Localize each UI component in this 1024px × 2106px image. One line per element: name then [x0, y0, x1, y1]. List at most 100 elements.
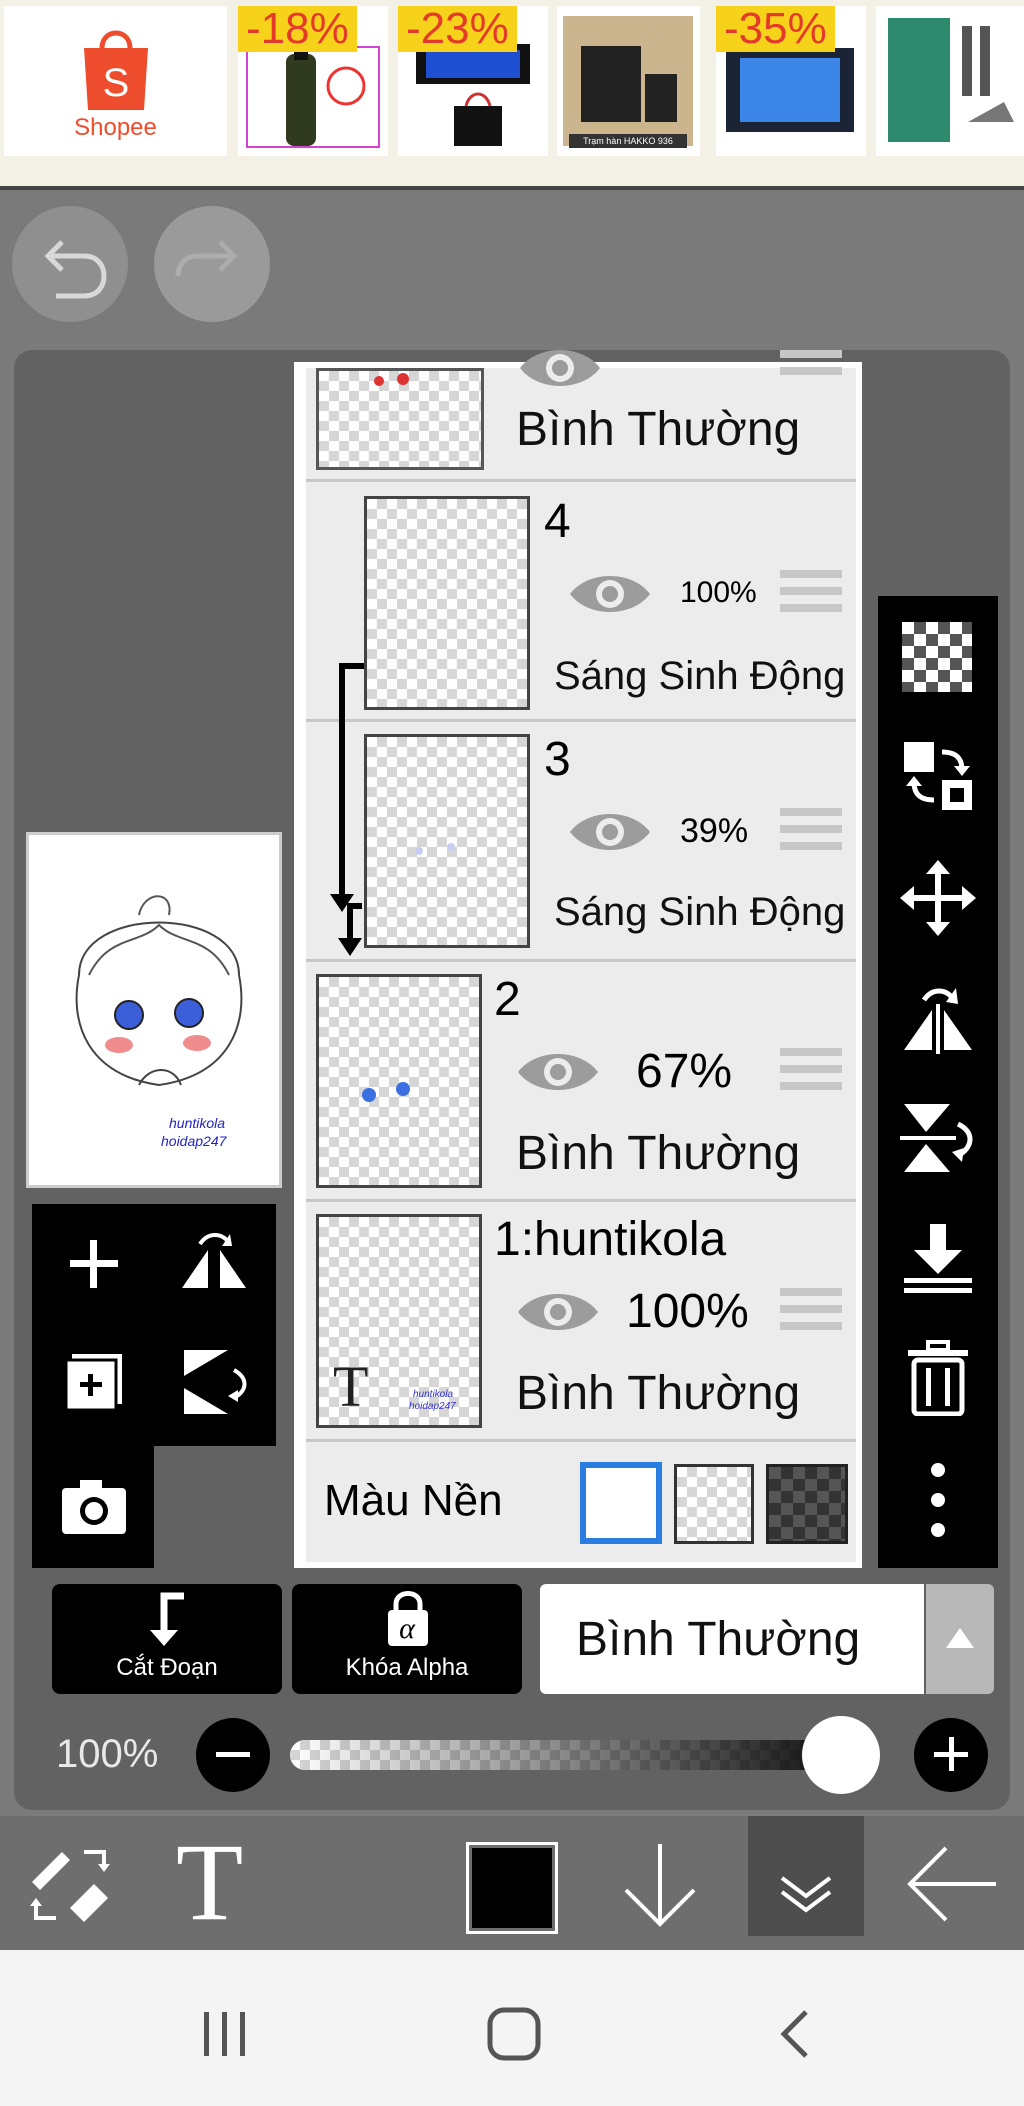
chevron-left-icon — [780, 2010, 808, 2058]
system-back-button[interactable] — [776, 2008, 816, 2060]
color-swatch-button[interactable] — [466, 1842, 558, 1934]
layer-thumbnail — [364, 734, 530, 948]
layer-strokes-image — [362, 1082, 410, 1102]
clipping-icon — [150, 1592, 184, 1646]
bg-dark-swatch[interactable] — [766, 1464, 848, 1544]
opacity-slider-track[interactable] — [290, 1740, 880, 1770]
layer-opacity: 100% — [680, 576, 757, 609]
move-layer-button[interactable] — [900, 860, 976, 936]
product-meter-image — [416, 44, 530, 146]
shopee-bag-icon: S — [84, 30, 148, 110]
flip-vertical-button[interactable] — [176, 1344, 252, 1420]
trash-icon — [908, 1340, 968, 1417]
flip-vertical-icon — [184, 1350, 247, 1414]
layer-list: Bình Thường 4 100% Sáng Sinh Động 3 39% … — [294, 350, 862, 1568]
ad-product-1[interactable]: -18% — [238, 6, 388, 156]
brush-eraser-icon — [30, 1850, 110, 1922]
bottom-toolbar: T — [0, 1816, 1024, 1950]
merge-down-button[interactable] — [900, 1220, 976, 1296]
eye-icon[interactable] — [516, 1044, 600, 1100]
layer-down-button[interactable] — [616, 1834, 704, 1934]
layer-row[interactable]: T huntikola hoidap247 1:huntikola 100% B… — [306, 1202, 856, 1442]
home-button[interactable] — [486, 2006, 542, 2062]
blend-mode-select[interactable]: Bình Thường — [540, 1584, 924, 1694]
product-bottle-image — [246, 46, 380, 148]
shopee-tile[interactable]: S Shopee — [4, 6, 227, 156]
layer-strokes-image — [374, 373, 409, 386]
svg-text:S: S — [103, 61, 130, 105]
layer-drag-handle-icon[interactable] — [780, 1048, 842, 1098]
bg-white-swatch[interactable] — [580, 1462, 662, 1544]
opacity-slider-thumb[interactable] — [802, 1716, 880, 1794]
opacity-increase-button[interactable] — [914, 1718, 988, 1792]
eye-icon[interactable] — [568, 804, 652, 860]
delete-layer-button[interactable] — [900, 1340, 976, 1417]
right-toolbar — [878, 596, 998, 1568]
layer-drag-handle-icon[interactable] — [780, 350, 842, 400]
ad-product-3[interactable]: Trạm hàn HAKKO 936 — [557, 6, 700, 156]
layer-drag-handle-icon[interactable] — [780, 570, 842, 620]
collapse-panel-button[interactable] — [748, 1816, 864, 1936]
eye-icon[interactable] — [568, 566, 652, 622]
current-color — [472, 1848, 552, 1928]
ad-product-5[interactable] — [876, 6, 1024, 156]
ad-product-4[interactable]: -35% — [716, 6, 866, 156]
flip-vertical-layer-button[interactable] — [900, 1100, 976, 1176]
opacity-decrease-button[interactable] — [196, 1718, 270, 1792]
layer-row[interactable]: 4 100% Sáng Sinh Động — [306, 482, 856, 722]
camera-button[interactable] — [32, 1446, 154, 1568]
clipping-button[interactable]: Cắt Đoạn — [52, 1584, 282, 1694]
layer-strokes-image — [415, 843, 455, 855]
signature-text-1: huntikola — [169, 1115, 226, 1131]
alpha-lock-button[interactable]: α Khóa Alpha — [292, 1584, 522, 1694]
opacity-value-label: 100% — [56, 1732, 159, 1776]
more-options-button[interactable] — [900, 1462, 976, 1538]
flip-horizontal-button[interactable] — [176, 1226, 252, 1302]
ad-banner[interactable]: S Shopee -18% -23% Trạm hàn HAKKO 936 -3… — [0, 0, 1024, 190]
eye-icon[interactable] — [518, 340, 602, 396]
recent-apps-button[interactable] — [200, 2010, 252, 2058]
eye-icon[interactable] — [516, 1284, 600, 1340]
flip-horizontal-icon — [904, 988, 972, 1054]
add-layer-button[interactable] — [56, 1226, 132, 1302]
transparency-icon[interactable] — [902, 622, 972, 692]
duplicate-layer-button[interactable] — [56, 1344, 132, 1420]
layer-name: 3 — [544, 733, 571, 786]
anime-sketch-image — [75, 895, 243, 1087]
layer-opacity: 100% — [626, 1285, 749, 1338]
back-arrow-button[interactable] — [902, 1838, 1002, 1930]
app-screen: S Shopee -18% -23% Trạm hàn HAKKO 936 -3… — [0, 0, 1024, 2106]
camera-icon — [62, 1480, 126, 1534]
swap-layer-button[interactable] — [900, 738, 976, 814]
thumb-signature-2: hoidap247 — [409, 1401, 456, 1412]
text-tool-button[interactable]: T — [176, 1822, 276, 1942]
discount-badge: -35% — [716, 6, 835, 52]
move-icon — [900, 860, 976, 936]
clipping-label: Cắt Đoạn — [116, 1654, 218, 1681]
discount-badge: -18% — [238, 6, 357, 52]
flip-horizontal-layer-button[interactable] — [900, 980, 976, 1056]
ad-product-2[interactable]: -23% — [398, 6, 548, 156]
layer-thumbnail: T huntikola hoidap247 — [316, 1214, 482, 1428]
layer-row[interactable]: 3 39% Sáng Sinh Động — [306, 722, 856, 962]
layer-name: 2 — [494, 973, 521, 1026]
redo-button[interactable] — [154, 206, 270, 322]
layer-drag-handle-icon[interactable] — [780, 1288, 842, 1338]
layer-row[interactable]: 2 67% Bình Thường — [306, 962, 856, 1202]
layer-blend-mode: Sáng Sinh Động — [554, 654, 846, 698]
blend-mode-value: Bình Thường — [576, 1613, 861, 1666]
text-layer-icon: T — [333, 1354, 369, 1419]
flip-horizontal-icon — [182, 1233, 246, 1288]
double-chevron-down-icon — [780, 1876, 832, 1913]
layer-tools — [32, 1204, 276, 1446]
undo-button[interactable] — [12, 206, 128, 322]
shopee-brand-text: Shopee — [74, 114, 157, 141]
brush-eraser-toggle[interactable] — [24, 1838, 116, 1930]
home-icon — [487, 2007, 541, 2061]
bg-transparent-swatch[interactable] — [674, 1464, 754, 1544]
layer-drag-handle-icon[interactable] — [780, 808, 842, 858]
layer-row[interactable]: Bình Thường — [306, 350, 856, 482]
canvas-preview[interactable]: huntikola hoidap247 — [26, 832, 282, 1188]
blend-mode-dropdown-button[interactable] — [926, 1584, 994, 1694]
merge-down-icon — [904, 1224, 972, 1293]
